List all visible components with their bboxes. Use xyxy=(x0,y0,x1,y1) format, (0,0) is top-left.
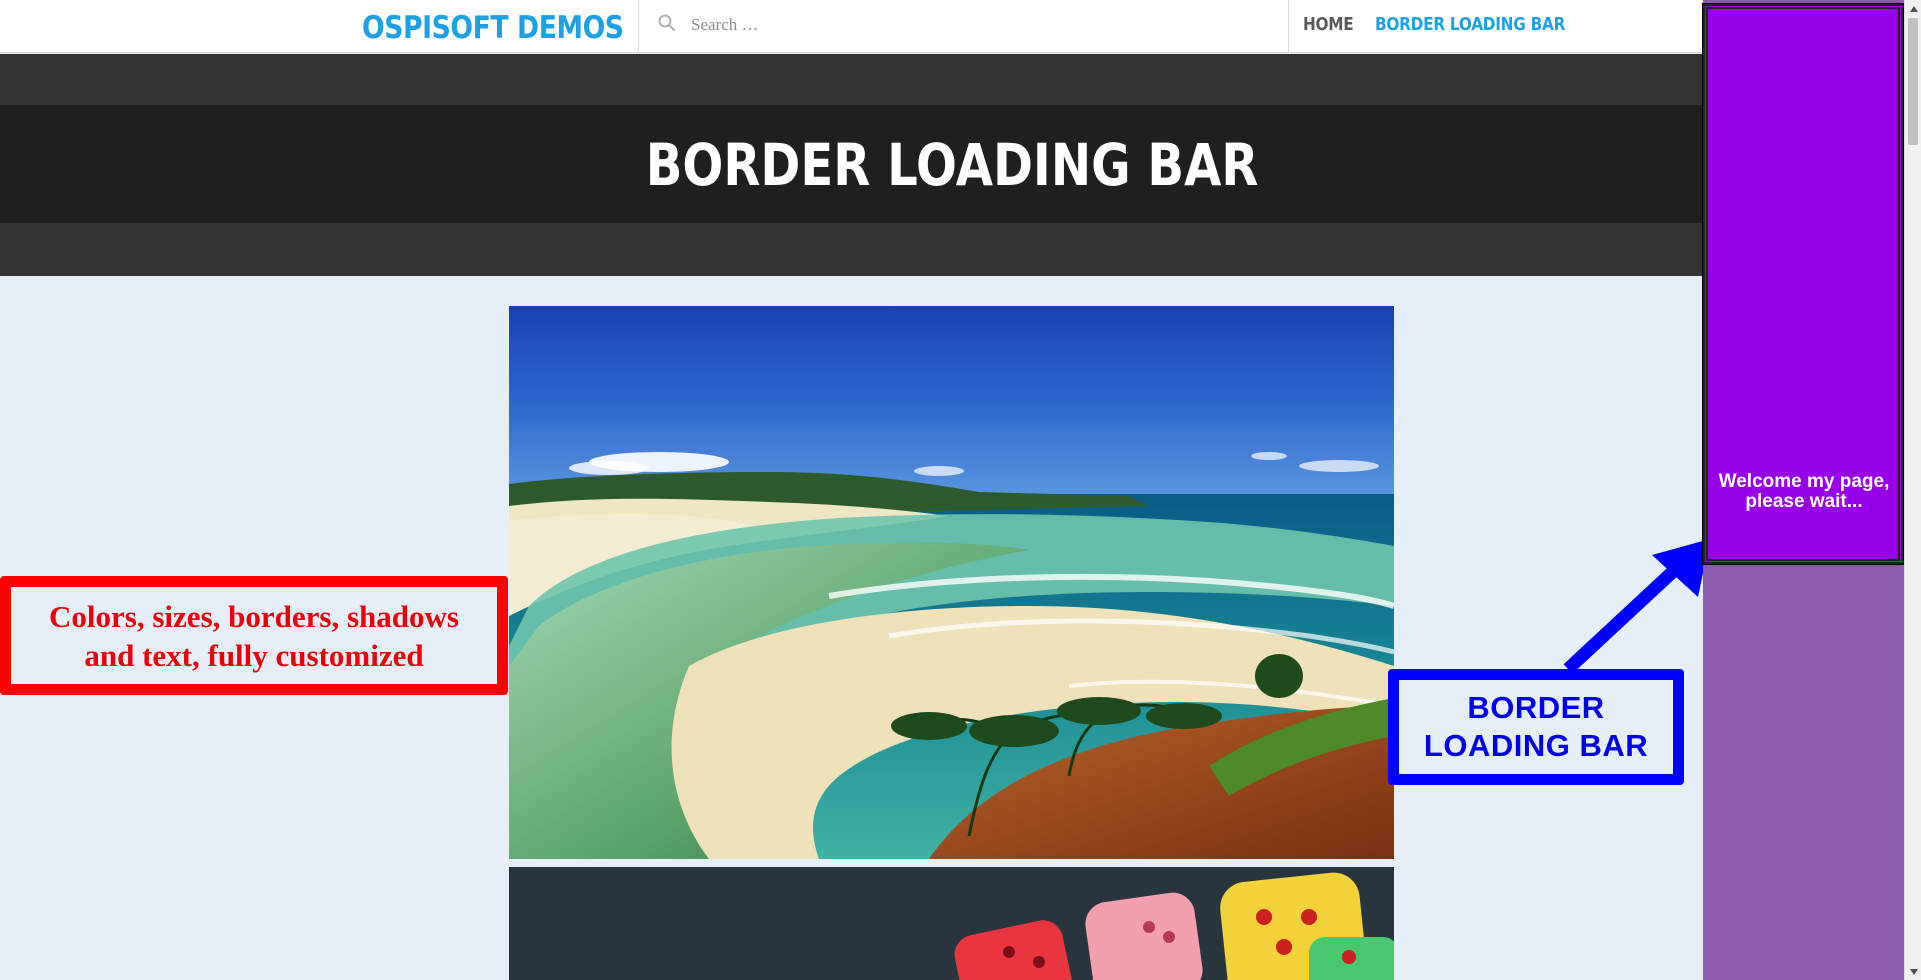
border-loading-bar-callout-line1: BORDER xyxy=(1467,690,1605,725)
loading-bar-text-line1: Welcome my page, xyxy=(1718,471,1890,492)
chevron-down-icon xyxy=(1909,968,1918,975)
border-loading-bar-callout: BORDER LOADING BAR xyxy=(1388,669,1684,785)
features-callout: Colors, sizes, borders, shadows and text… xyxy=(0,576,508,695)
features-callout-text: Colors, sizes, borders, shadows and text… xyxy=(49,597,459,675)
vertical-scrollbar[interactable] xyxy=(1904,0,1921,980)
loading-bar-text-line2: please wait... xyxy=(1745,491,1863,512)
page: OSPISOFT DEMOS HOME BORDER LOADING BAR B… xyxy=(0,0,1921,980)
nav-home-link[interactable]: HOME xyxy=(1303,14,1354,35)
border-loading-bar-callout-line2: LOADING BAR xyxy=(1423,728,1649,763)
top-navigation-bar: OSPISOFT DEMOS HOME BORDER LOADING BAR xyxy=(0,0,1703,53)
nav-border-loading-bar-link[interactable]: BORDER LOADING BAR xyxy=(1375,14,1565,35)
search-icon xyxy=(658,14,676,32)
scroll-down-button[interactable] xyxy=(1905,963,1921,980)
border-loading-bar-callout-text: BORDER LOADING BAR xyxy=(1424,689,1648,765)
scroll-up-button[interactable] xyxy=(1905,0,1921,17)
search-input[interactable] xyxy=(691,12,1271,38)
scrollbar-thumb[interactable] xyxy=(1908,18,1918,145)
page-title-text: BORDER LOADING BAR xyxy=(646,131,1259,199)
loading-bar-text: Welcome my page, please wait... xyxy=(1706,472,1902,512)
features-callout-line1: Colors, sizes, borders, shadows xyxy=(49,598,459,634)
search-box xyxy=(638,0,1289,53)
site-brand-link[interactable]: OSPISOFT DEMOS xyxy=(362,9,624,47)
arrow-icon xyxy=(1563,539,1710,674)
features-callout-line2: and text, fully customized xyxy=(84,637,424,673)
page-title: BORDER LOADING BAR xyxy=(0,132,1905,198)
dice-photo xyxy=(509,867,1394,980)
chevron-up-icon xyxy=(1909,5,1918,12)
beach-photo xyxy=(509,306,1394,859)
main-nav: HOME BORDER LOADING BAR xyxy=(1303,14,1599,35)
